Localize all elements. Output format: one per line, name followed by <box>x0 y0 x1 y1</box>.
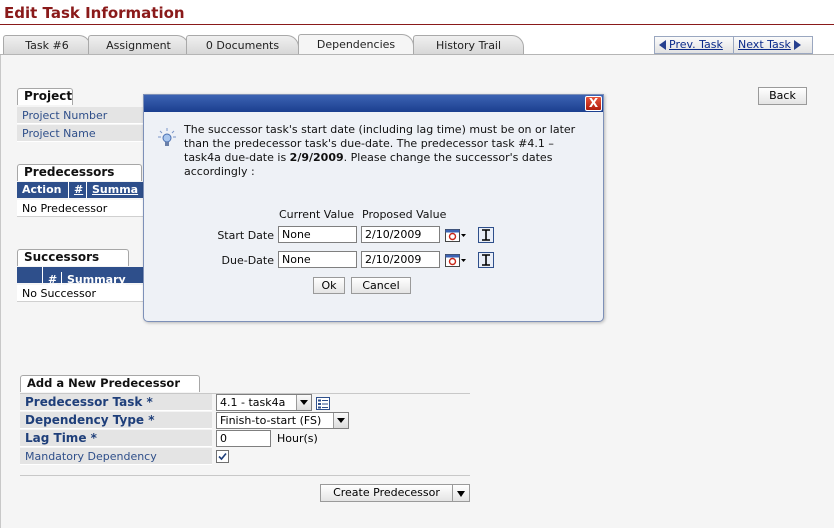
back-button[interactable]: Back <box>758 87 807 105</box>
close-button[interactable]: X <box>585 96 602 111</box>
lag-time-unit: Hour(s) <box>277 432 318 445</box>
column-number[interactable]: # <box>69 182 87 198</box>
text-cursor-icon[interactable] <box>478 227 494 243</box>
dialog-title-bar[interactable] <box>144 95 603 112</box>
project-name-label: Project Name <box>17 125 147 142</box>
ok-button[interactable]: Ok <box>313 277 345 294</box>
dependency-type-label: Dependency Type * <box>20 412 212 429</box>
arrow-left-icon <box>659 40 666 50</box>
chevron-down-icon <box>457 491 465 497</box>
project-number-label: Project Number <box>17 107 147 124</box>
successors-table-header: # Summary <box>17 267 147 288</box>
add-predecessor-section-title: Add a New Predecessor Link <box>20 375 200 405</box>
predecessor-task-select[interactable]: 4.1 - task4a <box>216 394 312 411</box>
mandatory-dependency-checkbox[interactable] <box>216 450 229 463</box>
lag-time-input[interactable]: 0 <box>216 430 271 447</box>
proposed-value-header: Proposed Value <box>362 208 447 221</box>
start-date-proposed-input[interactable]: 2/10/2009 <box>361 226 440 243</box>
tab-assignment[interactable]: Assignment <box>88 35 189 55</box>
prev-task-button[interactable]: Prev. Task <box>654 36 734 54</box>
arrow-right-icon <box>793 40 801 50</box>
predecessors-section-title: Predecessors <box>17 164 142 191</box>
due-date-label: Due-Date <box>221 254 274 267</box>
create-predecessor-button[interactable]: Create Predecessor <box>320 484 453 502</box>
lightbulb-icon <box>158 128 176 146</box>
chevron-down-icon <box>296 395 311 410</box>
chevron-down-icon <box>333 413 348 428</box>
next-task-button[interactable]: Next Task <box>733 36 813 54</box>
mandatory-dependency-label: Mandatory Dependency <box>20 448 212 465</box>
calendar-icon[interactable] <box>445 252 467 268</box>
lag-time-label: Lag Time * <box>20 430 212 447</box>
successors-section-title: Successors <box>17 249 129 276</box>
create-options-dropdown[interactable] <box>452 484 470 502</box>
form-divider <box>20 475 470 476</box>
date-conflict-dialog: X The successor task's start date (inclu… <box>143 94 604 322</box>
cancel-button[interactable]: Cancel <box>351 277 411 294</box>
tab-task[interactable]: Task #6 <box>3 35 91 55</box>
tab-history-trail[interactable]: History Trail <box>413 35 524 55</box>
project-section-title: Project <box>17 88 73 105</box>
dialog-message: The successor task's start date (includi… <box>184 123 576 178</box>
due-date-proposed-input[interactable]: 2/10/2009 <box>361 251 440 268</box>
column-action: Action <box>17 182 69 198</box>
dependency-type-select[interactable]: Finish-to-start (FS) <box>216 412 349 429</box>
title-divider <box>0 24 834 25</box>
text-cursor-icon[interactable] <box>478 252 494 268</box>
successors-empty-row: No Successor <box>17 285 147 302</box>
tab-documents[interactable]: 0 Documents <box>186 35 299 55</box>
task-list-icon[interactable] <box>316 397 330 410</box>
predecessor-task-label: Predecessor Task * <box>20 394 212 411</box>
predecessors-empty-row: No Predecessor <box>17 200 147 217</box>
page-title: Edit Task Information <box>4 4 185 22</box>
start-date-label: Start Date <box>217 229 274 242</box>
column-summary[interactable]: Summa <box>87 182 147 198</box>
current-value-header: Current Value <box>279 208 355 221</box>
start-date-current: None <box>278 226 357 243</box>
predecessors-table-header: Action # Summa <box>17 182 147 198</box>
calendar-icon[interactable] <box>445 227 467 243</box>
due-date-current: None <box>278 251 357 268</box>
tab-dependencies[interactable]: Dependencies <box>298 34 414 56</box>
